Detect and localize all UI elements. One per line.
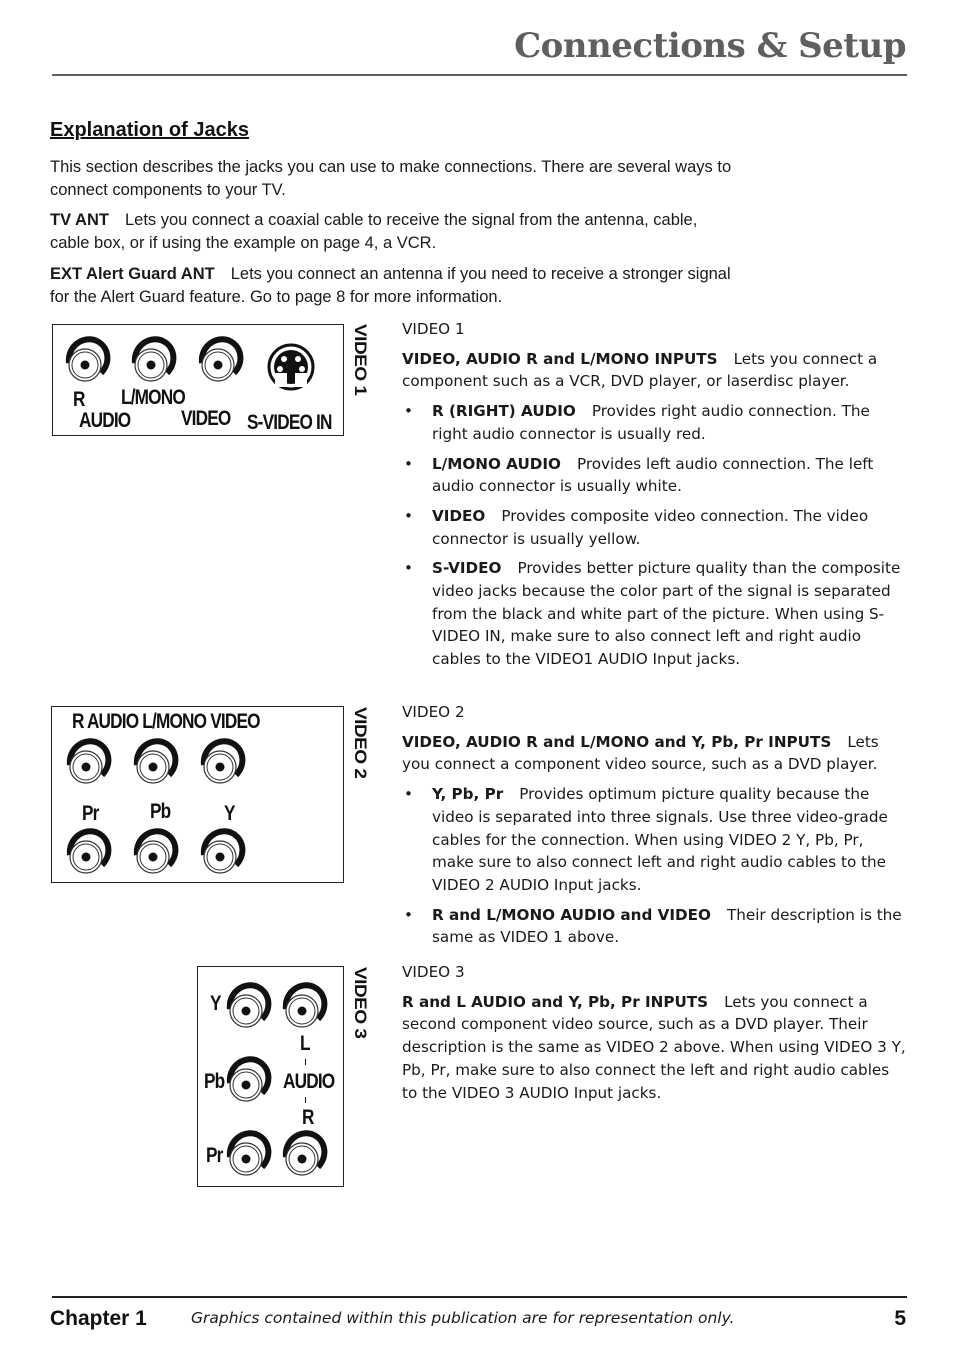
video2-jack-panel: R AUDIO L/MONO VIDEO Pr Pb Y xyxy=(51,706,344,883)
list-item: • R and L/MONO AUDIO and VIDEO Their descr… xyxy=(402,904,907,949)
video2-section: VIDEO 2 VIDEO, AUDIO R and L/MONO and Y,… xyxy=(402,701,907,956)
jack-label-svideo: S-VIDEO IN xyxy=(247,411,332,434)
rca-jack-icon xyxy=(282,979,332,1031)
lead-term: VIDEO, AUDIO R and L/MONO INPUTS xyxy=(402,349,718,368)
video2-side-label: VIDEO 2 xyxy=(350,707,369,779)
section-title: VIDEO 1 xyxy=(402,320,465,338)
bullet-icon: • xyxy=(404,905,413,924)
jack-label-video: VIDEO xyxy=(181,407,231,430)
jack-label-pr: Pr xyxy=(206,1144,223,1167)
jack-labels-top: R AUDIO L/MONO VIDEO xyxy=(72,710,261,733)
footer-note: Graphics contained within this publicati… xyxy=(191,1309,735,1327)
item-term: R and L/MONO AUDIO and VIDEO xyxy=(432,905,711,924)
rca-jack-icon xyxy=(200,735,250,787)
video1-section: VIDEO 1 VIDEO, AUDIO R and L/MONO INPUTS… xyxy=(402,318,907,678)
rca-jack-icon xyxy=(282,1127,332,1179)
ext-ant-description: EXT Alert Guard ANT Lets you connect an a… xyxy=(50,263,740,309)
jack-label-audio: AUDIO xyxy=(283,1070,335,1093)
rca-jack-icon xyxy=(226,1127,276,1179)
rca-jack-icon xyxy=(65,333,115,385)
video3-jack-panel: Y L Pb AUDIO R Pr xyxy=(197,966,344,1187)
section-lead: VIDEO, AUDIO R and L/MONO and Y, Pb, Pr … xyxy=(402,731,907,776)
bullet-icon: • xyxy=(404,402,413,421)
item-term: VIDEO xyxy=(432,506,486,525)
jack-label-y: Y xyxy=(210,992,221,1015)
term: TV ANT xyxy=(50,211,109,229)
footer-rule xyxy=(52,1296,907,1298)
rca-jack-icon xyxy=(133,825,183,877)
header-rule xyxy=(52,74,907,76)
tv-ant-description: TV ANT Lets you connect a coaxial cable t… xyxy=(50,209,740,255)
section-heading: Explanation of Jacks xyxy=(50,119,249,141)
jack-label-pb: Pb xyxy=(150,800,171,823)
jack-label-r: R xyxy=(302,1106,314,1129)
list-item: • L/MONO AUDIO Provides left audio connect… xyxy=(402,453,907,498)
jack-label-l: L xyxy=(300,1032,311,1055)
rca-jack-icon xyxy=(226,1053,276,1105)
section-lead: R and L AUDIO and Y, Pb, Pr INPUTS Lets y… xyxy=(402,991,907,1105)
item-term: Y, Pb, Pr xyxy=(432,785,504,804)
jack-label-pb: Pb xyxy=(204,1070,225,1093)
description: Lets you connect a coaxial cable to rece… xyxy=(50,211,698,252)
rca-jack-icon xyxy=(200,825,250,877)
rca-jack-icon xyxy=(198,333,248,385)
jack-label-pr: Pr xyxy=(82,802,99,825)
bullet-list: • R (RIGHT) AUDIO Provides right audio con… xyxy=(402,400,907,671)
divider-tick xyxy=(305,1059,306,1065)
divider-tick xyxy=(305,1097,306,1103)
item-text: Provides composite video connection. The… xyxy=(432,506,869,548)
video3-section: VIDEO 3 R and L AUDIO and Y, Pb, Pr INPU… xyxy=(402,961,907,1111)
jack-label-r: R xyxy=(73,388,85,411)
section-lead: VIDEO, AUDIO R and L/MONO INPUTS Lets you… xyxy=(402,348,907,393)
item-term: S-VIDEO xyxy=(432,559,502,578)
page-title: Connections & Setup xyxy=(514,26,906,66)
bullet-icon: • xyxy=(404,506,413,525)
rca-jack-icon xyxy=(131,333,181,385)
bullet-list: • Y, Pb, Pr Provides optimum picture quali… xyxy=(402,783,907,949)
bullet-icon: • xyxy=(404,785,413,804)
bullet-icon: • xyxy=(404,559,413,578)
video1-side-label: VIDEO 1 xyxy=(350,324,369,396)
jack-label-lmono: L/MONO xyxy=(121,386,186,409)
jack-label-y: Y xyxy=(224,802,235,825)
rca-jack-icon xyxy=(133,735,183,787)
bullet-icon: • xyxy=(404,454,413,473)
s-video-jack-icon xyxy=(267,343,315,391)
rca-jack-icon xyxy=(66,735,116,787)
lead-term: VIDEO, AUDIO R and L/MONO and Y, Pb, Pr … xyxy=(402,732,832,751)
page-number: 5 xyxy=(894,1307,906,1330)
intro-paragraph: This section describes the jacks you can… xyxy=(50,158,732,199)
list-item: • R (RIGHT) AUDIO Provides right audio con… xyxy=(402,400,907,445)
item-term: R (RIGHT) AUDIO xyxy=(432,402,576,421)
jack-label-audio: AUDIO xyxy=(79,409,131,432)
video3-side-label: VIDEO 3 xyxy=(350,967,369,1039)
rca-jack-icon xyxy=(226,979,276,1031)
item-text: Provides better picture quality than the… xyxy=(432,559,901,669)
section-title: VIDEO 3 xyxy=(402,963,465,981)
section-title: VIDEO 2 xyxy=(402,703,465,721)
list-item: • VIDEO Provides composite video connectio… xyxy=(402,505,907,550)
rca-jack-icon xyxy=(66,825,116,877)
list-item: • Y, Pb, Pr Provides optimum picture quali… xyxy=(402,783,907,897)
term: EXT Alert Guard ANT xyxy=(50,265,215,283)
list-item: • S-VIDEO Provides better picture quality … xyxy=(402,557,907,671)
lead-term: R and L AUDIO and Y, Pb, Pr INPUTS xyxy=(402,992,709,1011)
video1-jack-panel: R L/MONO AUDIO VIDEO S-VIDEO IN xyxy=(52,324,344,436)
item-term: L/MONO AUDIO xyxy=(432,454,561,473)
chapter-label: Chapter 1 xyxy=(50,1307,147,1330)
